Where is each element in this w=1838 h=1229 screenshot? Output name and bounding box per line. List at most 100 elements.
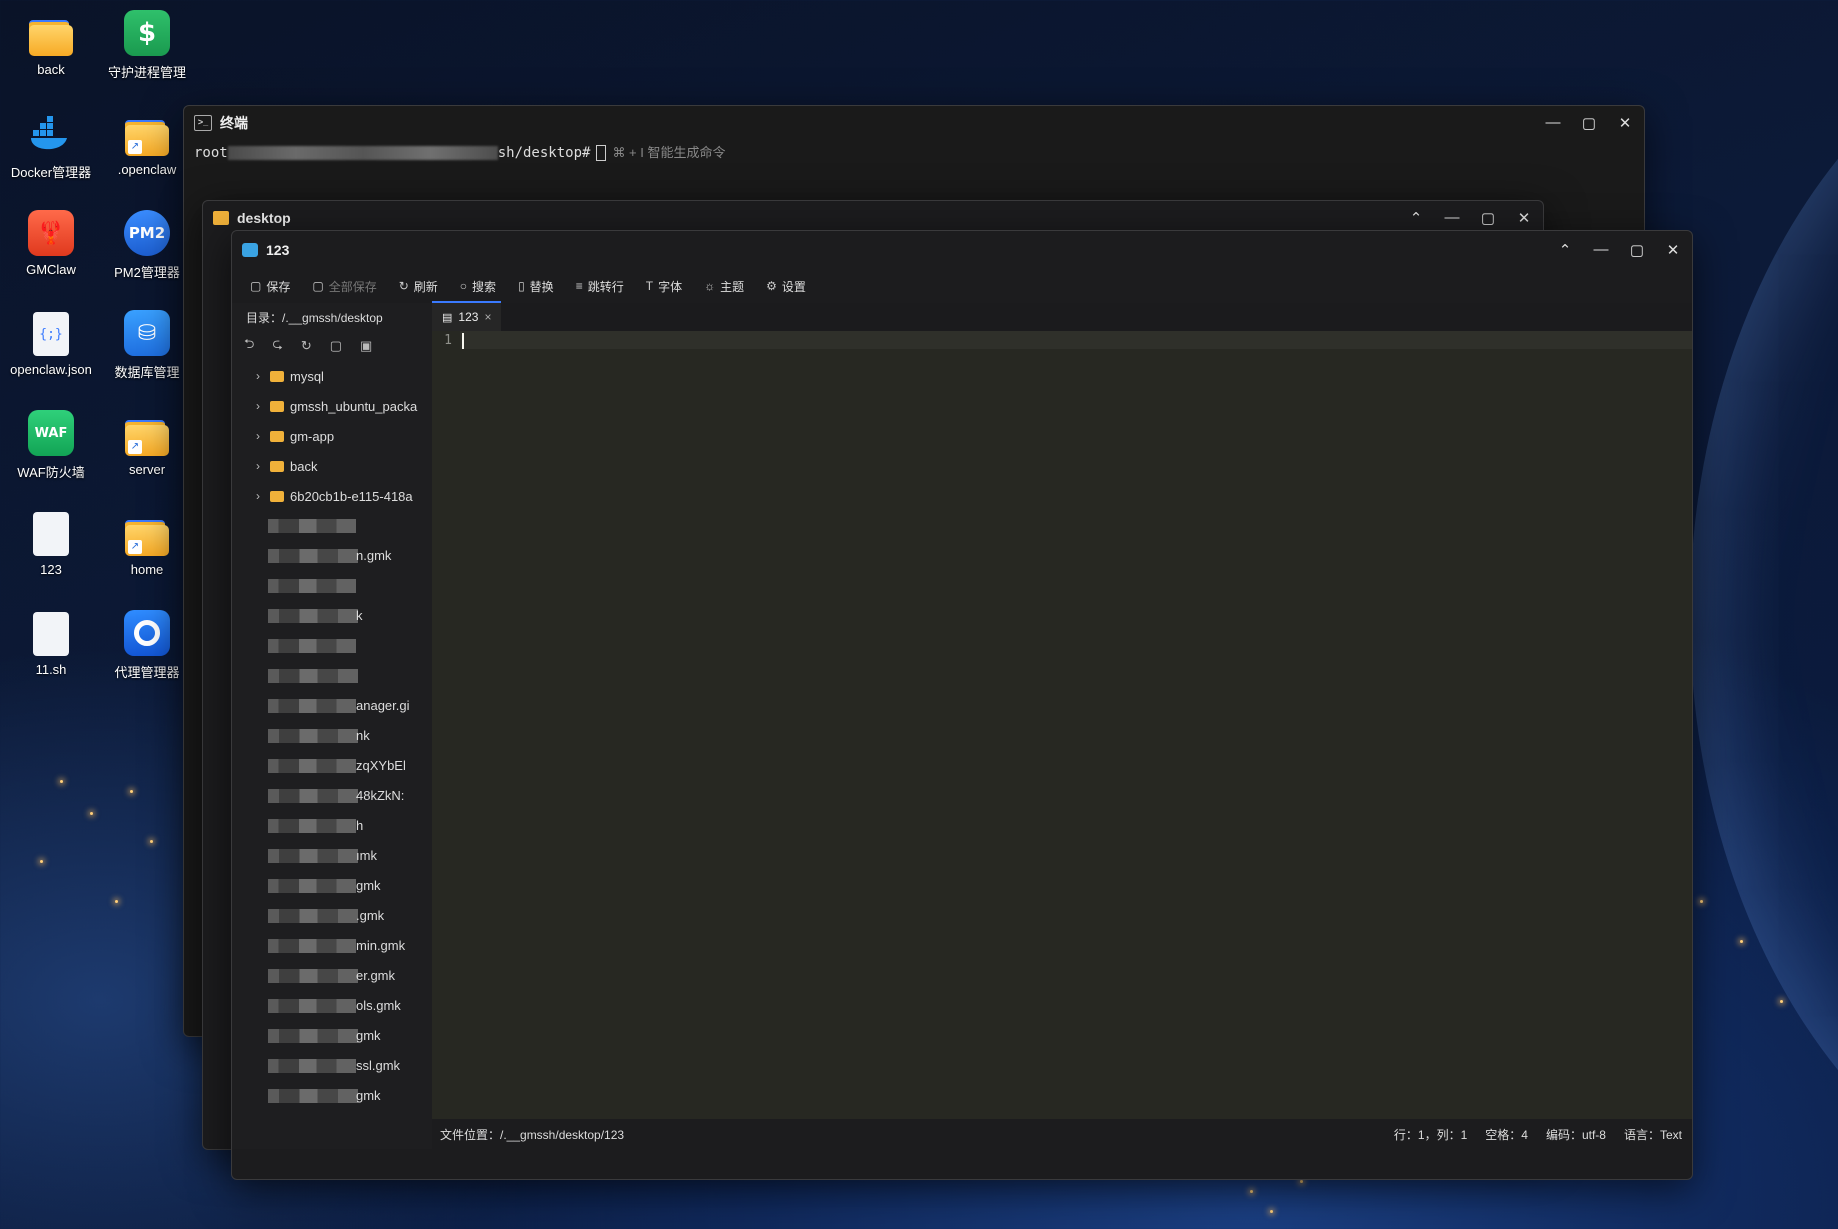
desktop-icon-123[interactable]: 123 xyxy=(3,506,99,577)
replace-button[interactable]: ▯ 替换 xyxy=(518,278,554,295)
tree-file-item[interactable]: ssl.gmk xyxy=(232,1051,432,1081)
font-button[interactable]: T 字体 xyxy=(646,278,682,295)
tree-file-item[interactable]: min.gmk xyxy=(232,931,432,961)
terminal-prompt-line[interactable]: root sh/desktop# ⌘ + I 智能生成命令 xyxy=(184,140,1644,163)
desktop-icon-[interactable]: 代理管理器 xyxy=(99,606,195,681)
redacted-filename xyxy=(268,639,356,653)
tree-file-item[interactable] xyxy=(232,571,432,601)
goto-line-button[interactable]: ≡ 跳转行 xyxy=(576,278,624,295)
tree-file-item[interactable]: er.gmk xyxy=(232,961,432,991)
theme-button[interactable]: ☼ 主题 xyxy=(704,278,744,295)
cursor-position[interactable]: 行：1，列：1 xyxy=(1394,1126,1467,1143)
tree-file-item[interactable]: k xyxy=(232,601,432,631)
redacted-filename xyxy=(268,789,358,803)
editor-titlebar[interactable]: 123 ⌃ — ▢ ✕ xyxy=(232,231,1692,269)
tree-file-item[interactable]: n.gmk xyxy=(232,541,432,571)
desktop-icon-11-sh[interactable]: 11.sh xyxy=(3,606,99,677)
desktop-icon-label: .openclaw xyxy=(117,162,177,177)
indent-spaces[interactable]: 空格：4 xyxy=(1485,1126,1528,1143)
tree-folder-item[interactable]: › mysql xyxy=(232,361,432,391)
desktop-icon-openclaw[interactable]: ↗ .openclaw xyxy=(99,106,195,177)
encoding[interactable]: 编码：utf-8 xyxy=(1546,1126,1606,1143)
tree-folder-item[interactable]: › back xyxy=(232,451,432,481)
tree-file-item[interactable]: gmk xyxy=(232,1081,432,1111)
tree-file-item[interactable] xyxy=(232,631,432,661)
tree-file-item[interactable]: anager.gi xyxy=(232,691,432,721)
editor-window[interactable]: 123 ⌃ — ▢ ✕ ▢ 保存 ▢ 全部保存 ↻ 刷新 ○ 搜索 ▯ 替换 ≡ 跳转行 T… xyxy=(231,230,1693,1180)
expand-all-icon[interactable]: ⮎ xyxy=(272,335,282,357)
editor-statusbar: 文件位置：/.__gmssh/desktop/123 行：1，列：1 空格：4 … xyxy=(432,1119,1692,1149)
desktop-icon-openclaw-json[interactable]: {;} openclaw.json xyxy=(3,306,99,377)
desktop-icon-label: 代理管理器 xyxy=(114,665,180,680)
tree-file-item[interactable]: ımk xyxy=(232,841,432,871)
minimize-icon[interactable]: — xyxy=(1544,114,1562,132)
close-icon[interactable]: ✕ xyxy=(1616,114,1634,132)
maximize-icon[interactable]: ▢ xyxy=(1580,114,1598,132)
desktop-icon-label: home xyxy=(130,562,164,577)
terminal-titlebar[interactable]: >_ 终端 — ▢ ✕ xyxy=(184,106,1644,140)
tree-file-item[interactable]: nk xyxy=(232,721,432,751)
gear-icon: ⚙ xyxy=(766,279,777,293)
minimize-icon[interactable]: — xyxy=(1592,241,1610,259)
desktop-icon-label: GMClaw xyxy=(26,262,76,277)
file-manager-title: desktop xyxy=(237,210,291,226)
collapse-icon[interactable]: ⌃ xyxy=(1407,209,1425,227)
refresh-icon[interactable]: ↻ xyxy=(301,338,312,354)
minimize-icon[interactable]: — xyxy=(1443,209,1461,227)
tree-file-item[interactable]: zqXYbEl xyxy=(232,751,432,781)
tree-item-label: n.gmk xyxy=(356,548,392,563)
collapse-icon[interactable]: ⌃ xyxy=(1556,241,1574,259)
tree-folder-item[interactable]: › gmssh_ubuntu_packa xyxy=(232,391,432,421)
tree-file-item[interactable]: h xyxy=(232,811,432,841)
desktop-icon-[interactable]: $ 守护进程管理 xyxy=(99,6,195,81)
tree-file-item[interactable]: gmk xyxy=(232,871,432,901)
desktop-icon-label: WAF防火墙 xyxy=(17,465,85,480)
file-tree-panel: 目录：/.__gmssh/desktop ⮌ ⮎ ↻ ▢ ▣ › mysql › gm… xyxy=(232,303,433,1149)
tree-file-item[interactable]: ols.gmk xyxy=(232,991,432,1021)
close-icon[interactable]: ✕ xyxy=(1515,209,1533,227)
maximize-icon[interactable]: ▢ xyxy=(1628,241,1646,259)
line-number: 1 xyxy=(444,333,452,348)
desktop-icon-label: back xyxy=(37,62,65,77)
maximize-icon[interactable]: ▢ xyxy=(1479,209,1497,227)
tree-folder-item[interactable]: › 6b20cb1b-e115-418a xyxy=(232,481,432,511)
folder-shortcut-icon: ↗ xyxy=(99,506,195,556)
tree-file-item[interactable] xyxy=(232,511,432,541)
desktop-icon-back[interactable]: back xyxy=(3,6,99,77)
close-icon[interactable]: ✕ xyxy=(1664,241,1682,259)
new-file-icon[interactable]: ▢ xyxy=(330,338,342,354)
desktop-icon-waf[interactable]: WAF WAF防火墙 xyxy=(3,406,99,481)
tree-toolbar: ⮌ ⮎ ↻ ▢ ▣ xyxy=(232,331,432,361)
search-icon: ○ xyxy=(459,279,468,293)
tree-folder-item[interactable]: › gm-app xyxy=(232,421,432,451)
tree-item-label: gm-app xyxy=(290,428,335,444)
tree-file-item[interactable]: 48kZkN: xyxy=(232,781,432,811)
save-button[interactable]: ▢ 保存 xyxy=(250,278,290,295)
redacted-filename xyxy=(268,1029,358,1043)
gmclaw-icon: 🦞 xyxy=(3,206,99,256)
close-tab-icon[interactable]: × xyxy=(484,310,491,324)
tree-item-label: mysql xyxy=(290,368,324,384)
tab-123[interactable]: ▤ 123 × xyxy=(432,301,502,331)
desktop-icon-gmclaw[interactable]: 🦞 GMClaw xyxy=(3,206,99,277)
tree-file-item[interactable]: .gmk xyxy=(232,901,432,931)
search-button[interactable]: ○ 搜索 xyxy=(460,278,496,295)
desktop-icon-[interactable]: ⛁ 数据库管理 xyxy=(99,306,195,381)
desktop-icon-docker[interactable]: Docker管理器 xyxy=(3,106,99,181)
tree-file-item[interactable] xyxy=(232,661,432,691)
prompt-path: sh/desktop# xyxy=(497,145,591,161)
directory-label: 目录：/.__gmssh/desktop xyxy=(246,310,383,325)
desktop-icon-home[interactable]: ↗ home xyxy=(99,506,195,577)
save-all-button[interactable]: ▢ 全部保存 xyxy=(312,278,376,295)
editor-logo-icon xyxy=(242,243,258,257)
tree-file-item[interactable]: gmk xyxy=(232,1021,432,1051)
code-editor[interactable]: 1 xyxy=(432,331,1692,1149)
refresh-button[interactable]: ↻ 刷新 xyxy=(399,278,438,295)
settings-button[interactable]: ⚙ 设置 xyxy=(766,278,806,295)
desktop-icon-pm2[interactable]: PM2 PM2管理器 xyxy=(99,206,195,281)
collapse-all-icon[interactable]: ⮌ xyxy=(244,335,254,357)
tree-item-label: anager.gi xyxy=(356,698,410,713)
new-folder-icon[interactable]: ▣ xyxy=(360,338,372,354)
desktop-icon-server[interactable]: ↗ server xyxy=(99,406,195,477)
language[interactable]: 语言：Text xyxy=(1624,1126,1682,1143)
